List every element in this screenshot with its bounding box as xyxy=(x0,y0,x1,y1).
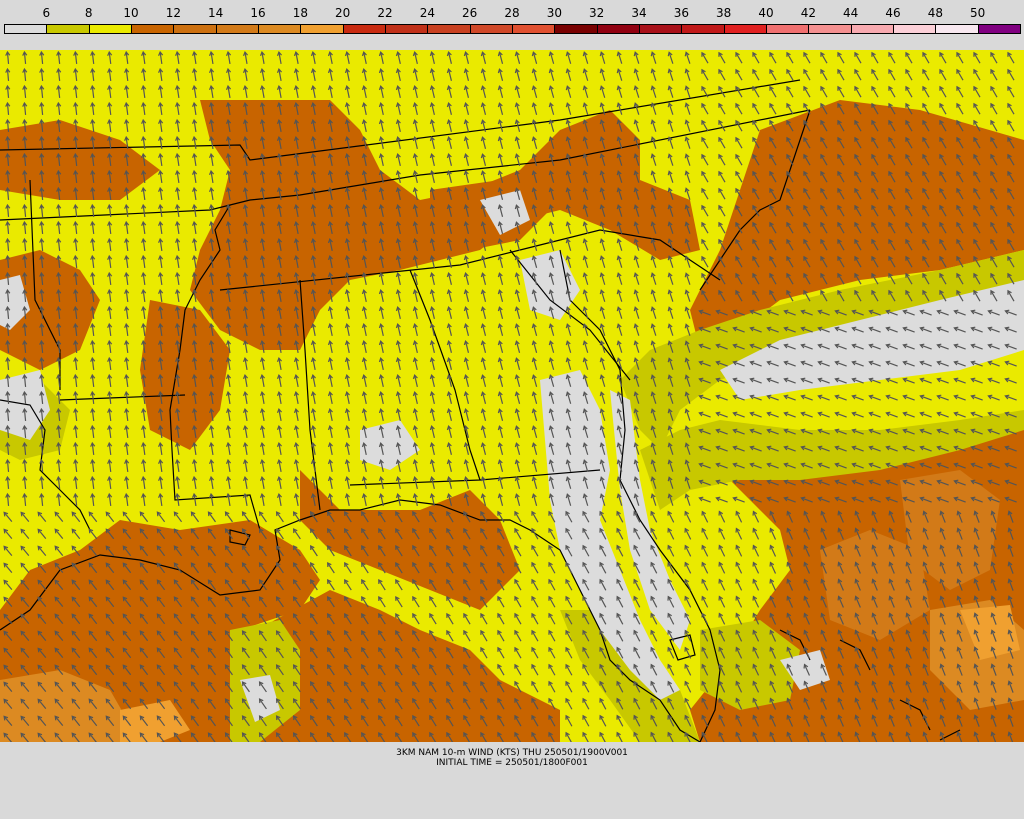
color-swatch xyxy=(469,24,513,34)
color-swatch xyxy=(723,24,767,34)
color-scale-tick-label: 10 xyxy=(123,6,139,20)
color-scale-tick-label: 48 xyxy=(927,6,943,20)
color-scale-tick-label: 38 xyxy=(716,6,732,20)
color-scale-tick-label: 42 xyxy=(800,6,816,20)
color-swatch xyxy=(512,24,556,34)
color-swatch xyxy=(131,24,175,34)
color-swatch xyxy=(850,24,894,34)
color-swatch xyxy=(88,24,132,34)
color-swatch xyxy=(258,24,302,34)
color-scale-tick-label: 32 xyxy=(589,6,605,20)
color-scale-tick-label: 40 xyxy=(758,6,774,20)
color-scale-tick-label: 20 xyxy=(335,6,351,20)
color-swatch xyxy=(342,24,386,34)
color-scale-tick-label: 14 xyxy=(208,6,224,20)
color-scale-tick-label: 12 xyxy=(165,6,181,20)
color-swatch xyxy=(4,24,48,34)
color-scale-tick-label: 46 xyxy=(885,6,901,20)
color-swatch xyxy=(681,24,725,34)
color-scale-tick-label: 30 xyxy=(546,6,562,20)
caption-initial-time: INITIAL TIME = 250501/1800F001 xyxy=(436,758,588,768)
color-swatch xyxy=(300,24,344,34)
color-scale-tick-label: 26 xyxy=(462,6,478,20)
color-swatch xyxy=(173,24,217,34)
color-swatch xyxy=(46,24,90,34)
color-swatch xyxy=(215,24,259,34)
color-scale-tick-label: 22 xyxy=(377,6,393,20)
color-scale-tick-label: 6 xyxy=(42,6,51,20)
wind-map xyxy=(0,50,1024,742)
color-swatch xyxy=(554,24,598,34)
caption-title: 3KM NAM 10-m WIND (KTS) THU 250501/1900V… xyxy=(396,748,628,758)
color-scale-tick-label: 24 xyxy=(419,6,435,20)
color-swatch xyxy=(766,24,810,34)
color-swatch xyxy=(385,24,429,34)
color-scale-tick-label: 50 xyxy=(970,6,986,20)
color-scale-tick-label: 8 xyxy=(84,6,93,20)
color-scale-tick-label: 16 xyxy=(250,6,266,20)
color-scale-tick-label: 34 xyxy=(631,6,647,20)
color-swatch xyxy=(427,24,471,34)
color-scale-tick-label: 18 xyxy=(292,6,308,20)
color-scale-tick-label: 44 xyxy=(843,6,859,20)
color-swatch xyxy=(977,24,1021,34)
color-scale-tick-label: 36 xyxy=(673,6,689,20)
color-scale-tick-label: 28 xyxy=(504,6,520,20)
color-swatch xyxy=(893,24,937,34)
color-scale-legend: 6 8 10 12 14 16 18 20 22 24 26 28 30 32 34 36 38 40 42 44 46… xyxy=(0,0,1024,40)
map-caption: 3KM NAM 10-m WIND (KTS) THU 250501/1900V… xyxy=(0,748,1024,768)
color-swatch xyxy=(639,24,683,34)
color-swatch xyxy=(935,24,979,34)
color-swatch xyxy=(808,24,852,34)
color-swatch xyxy=(596,24,640,34)
